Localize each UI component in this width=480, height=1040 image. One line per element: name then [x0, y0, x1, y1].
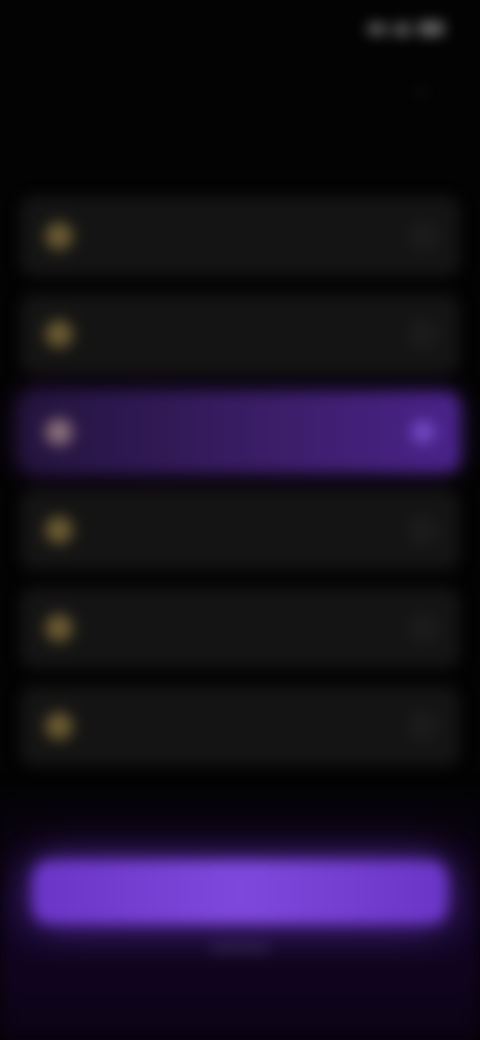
option-row-6[interactable] — [20, 686, 460, 766]
home-indicator — [210, 946, 270, 951]
radio-indicator[interactable] — [412, 519, 434, 541]
radio-indicator-selected[interactable] — [412, 421, 434, 443]
radio-indicator[interactable] — [412, 617, 434, 639]
option-list — [20, 196, 460, 766]
radio-indicator[interactable] — [412, 225, 434, 247]
coin-icon — [46, 517, 72, 543]
coin-icon — [46, 223, 72, 249]
option-row-4[interactable] — [20, 490, 460, 570]
status-icons — [368, 22, 444, 35]
radio-indicator[interactable] — [412, 323, 434, 345]
battery-icon — [418, 22, 444, 35]
option-row-1[interactable] — [20, 196, 460, 276]
radio-indicator[interactable] — [412, 715, 434, 737]
primary-button[interactable] — [32, 860, 448, 924]
wifi-icon — [394, 22, 410, 35]
option-row-3-selected[interactable] — [20, 392, 460, 472]
option-row-5[interactable] — [20, 588, 460, 668]
coin-icon — [46, 713, 72, 739]
coin-icon — [46, 615, 72, 641]
app-screen: × — [0, 0, 480, 1040]
coin-icon — [46, 419, 72, 445]
status-bar — [0, 16, 480, 44]
close-icon[interactable]: × — [410, 82, 432, 104]
signal-icon — [368, 23, 386, 34]
option-row-2[interactable] — [20, 294, 460, 374]
blurred-content: × — [0, 0, 480, 1040]
coin-icon — [46, 321, 72, 347]
